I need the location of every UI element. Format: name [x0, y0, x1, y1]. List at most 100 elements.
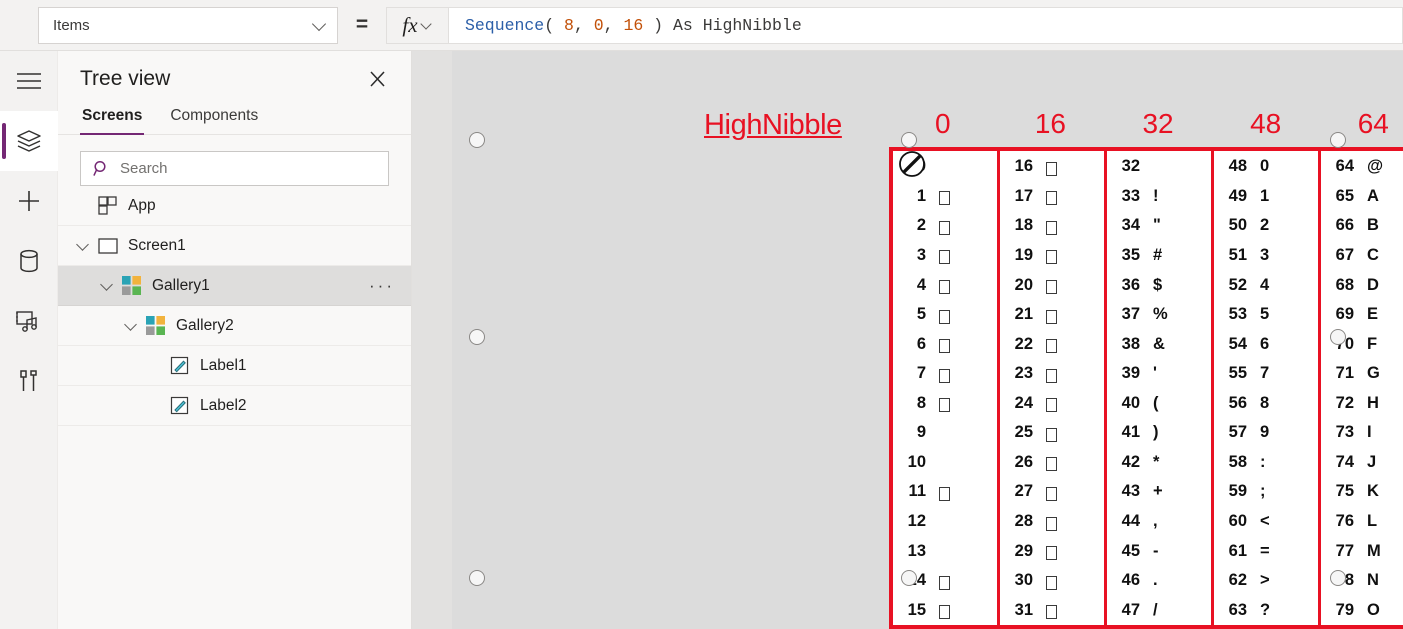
gallery-row[interactable]: 69 E — [1321, 300, 1403, 330]
selection-handle-top-right[interactable] — [1330, 132, 1346, 148]
gallery-row[interactable]: 60 < — [1214, 507, 1318, 537]
sidebar-item-tree-view[interactable] — [0, 111, 58, 171]
gallery-row[interactable]: 65 A — [1321, 182, 1403, 212]
gallery-row[interactable]: 26 — [1000, 448, 1104, 478]
property-dropdown[interactable]: Items — [38, 6, 338, 44]
gallery-row[interactable]: 73 I — [1321, 418, 1403, 448]
gallery-row[interactable]: 51 3 — [1214, 241, 1318, 271]
tree-item-gallery2[interactable]: Gallery2 — [58, 306, 411, 346]
gallery-row[interactable]: 8 — [893, 389, 997, 419]
tree-item-label1[interactable]: Label1 — [58, 346, 411, 386]
sidebar-item-advanced[interactable] — [0, 351, 58, 411]
tab-components[interactable]: Components — [168, 103, 260, 134]
chevron-down-icon[interactable] — [124, 319, 138, 333]
gallery-row[interactable]: 76 L — [1321, 507, 1403, 537]
gallery-row[interactable]: 71 G — [1321, 359, 1403, 389]
gallery-row[interactable]: 59; — [1214, 477, 1318, 507]
gallery-row[interactable]: 12 — [893, 507, 997, 537]
selection-handle-bottom-left[interactable] — [469, 570, 485, 586]
gallery-row[interactable]: 16 — [1000, 152, 1104, 182]
selection-handle-bottom-right[interactable] — [1330, 570, 1346, 586]
gallery-row[interactable]: 37% — [1107, 300, 1211, 330]
gallery-row[interactable]: 15 — [893, 595, 997, 625]
gallery-row[interactable]: 30 — [1000, 566, 1104, 596]
gallery-row[interactable]: 6 — [893, 329, 997, 359]
gallery-row[interactable]: 77 M — [1321, 536, 1403, 566]
tree-item-label2[interactable]: Label2 — [58, 386, 411, 426]
gallery-row[interactable]: 49 1 — [1214, 182, 1318, 212]
gallery-row[interactable]: 63? — [1214, 595, 1318, 625]
gallery-row[interactable]: 57 9 — [1214, 418, 1318, 448]
gallery-row[interactable]: 68 D — [1321, 270, 1403, 300]
gallery-row[interactable]: 45- — [1107, 536, 1211, 566]
gallery-row[interactable]: 11 — [893, 477, 997, 507]
tree-item-gallery1[interactable]: Gallery1 ··· — [58, 266, 411, 306]
gallery-row[interactable]: 52 4 — [1214, 270, 1318, 300]
sidebar-item-media[interactable] — [0, 291, 58, 351]
gallery-row[interactable]: 22 — [1000, 329, 1104, 359]
chevron-down-icon[interactable] — [100, 279, 114, 293]
gallery-row[interactable]: 75 K — [1321, 477, 1403, 507]
gallery-row[interactable]: 34 " — [1107, 211, 1211, 241]
gallery-row[interactable]: 1 — [893, 182, 997, 212]
gallery-row[interactable]: 74 J — [1321, 448, 1403, 478]
more-options-icon[interactable]: ··· — [369, 276, 395, 296]
gallery-row[interactable]: 13 — [893, 536, 997, 566]
gallery-row[interactable]: 50 2 — [1214, 211, 1318, 241]
selection-handle-top-center[interactable] — [901, 132, 917, 148]
gallery-row[interactable]: 17 — [1000, 182, 1104, 212]
gallery-row[interactable]: 66 B — [1321, 211, 1403, 241]
gallery-column-32[interactable]: 32 33! 34 " 35 #36 $37% 38 & 39 ' 40(41) 42 * 43 +44, 45… — [1107, 151, 1214, 625]
gallery-row[interactable]: 36 $ — [1107, 270, 1211, 300]
tree-item-screen1[interactable]: Screen1 — [58, 226, 411, 266]
gallery-row[interactable]: 67 C — [1321, 241, 1403, 271]
gallery-row[interactable]: 3 — [893, 241, 997, 271]
gallery-row[interactable]: 35 # — [1107, 241, 1211, 271]
selection-handle-middle-right[interactable] — [1330, 329, 1346, 345]
gallery-row[interactable]: 9 — [893, 418, 997, 448]
gallery-row[interactable]: 43 + — [1107, 477, 1211, 507]
gallery-row[interactable]: 23 — [1000, 359, 1104, 389]
gallery-column-64[interactable]: 64 @65 A 66 B 67 C 68 D 69 E 70 F 71 G 72 H 73 I 74 J 75 K 76 L 7… — [1321, 151, 1403, 625]
gallery-row[interactable]: 46. — [1107, 566, 1211, 596]
gallery-row[interactable]: 54 6 — [1214, 329, 1318, 359]
gallery-row[interactable]: 2 — [893, 211, 997, 241]
gallery-row[interactable]: 19 — [1000, 241, 1104, 271]
gallery-row[interactable]: 56 8 — [1214, 389, 1318, 419]
gallery-row[interactable]: 33! — [1107, 182, 1211, 212]
chevron-down-icon[interactable] — [76, 239, 90, 253]
gallery-column-48[interactable]: 48 0 49 1 50 2 51 3 52 4 53 5 54 6 55 7 56 8 57 9 58:59; 60 < 6… — [1214, 151, 1321, 625]
selection-handle-top-left[interactable] — [469, 132, 485, 148]
gallery-row[interactable]: 38 & — [1107, 329, 1211, 359]
tab-screens[interactable]: Screens — [80, 103, 145, 135]
gallery-column-16[interactable]: 16 17 18 19 20 21 22 23 24 25 26 27 28 29 30 31 — [1000, 151, 1107, 625]
gallery1-control[interactable]: 0123456789101112131415161718192021222324… — [889, 147, 1403, 629]
gallery-row[interactable]: 20 — [1000, 270, 1104, 300]
selection-handle-middle-left[interactable] — [469, 329, 485, 345]
gallery-row[interactable]: 55 7 — [1214, 359, 1318, 389]
selection-handle-bottom-center[interactable] — [901, 570, 917, 586]
gallery-row[interactable]: 44, — [1107, 507, 1211, 537]
gallery-row[interactable]: 32 — [1107, 152, 1211, 182]
gallery-row[interactable]: 62 > — [1214, 566, 1318, 596]
sidebar-item-data[interactable] — [0, 231, 58, 291]
gallery-row[interactable]: 31 — [1000, 595, 1104, 625]
sidebar-item-insert[interactable] — [0, 171, 58, 231]
gallery-row[interactable]: 40 ( — [1107, 389, 1211, 419]
gallery-row[interactable]: 58: — [1214, 448, 1318, 478]
search-input[interactable]: Search — [80, 151, 389, 186]
gallery-row[interactable]: 39 ' — [1107, 359, 1211, 389]
gallery-row[interactable]: 4 — [893, 270, 997, 300]
gallery-row[interactable]: 7 — [893, 359, 997, 389]
gallery-row[interactable]: 21 — [1000, 300, 1104, 330]
formula-input[interactable]: Sequence( 8, 0, 16 ) As HighNibble — [448, 6, 1403, 44]
gallery-row[interactable]: 72 H — [1321, 389, 1403, 419]
gallery-row[interactable]: 10 — [893, 448, 997, 478]
gallery-row[interactable]: 25 — [1000, 418, 1104, 448]
gallery-row[interactable]: 53 5 — [1214, 300, 1318, 330]
gallery-row[interactable]: 28 — [1000, 507, 1104, 537]
gallery-row[interactable]: 48 0 — [1214, 152, 1318, 182]
gallery-row[interactable]: 42 * — [1107, 448, 1211, 478]
gallery-row[interactable]: 29 — [1000, 536, 1104, 566]
gallery-row[interactable]: 27 — [1000, 477, 1104, 507]
